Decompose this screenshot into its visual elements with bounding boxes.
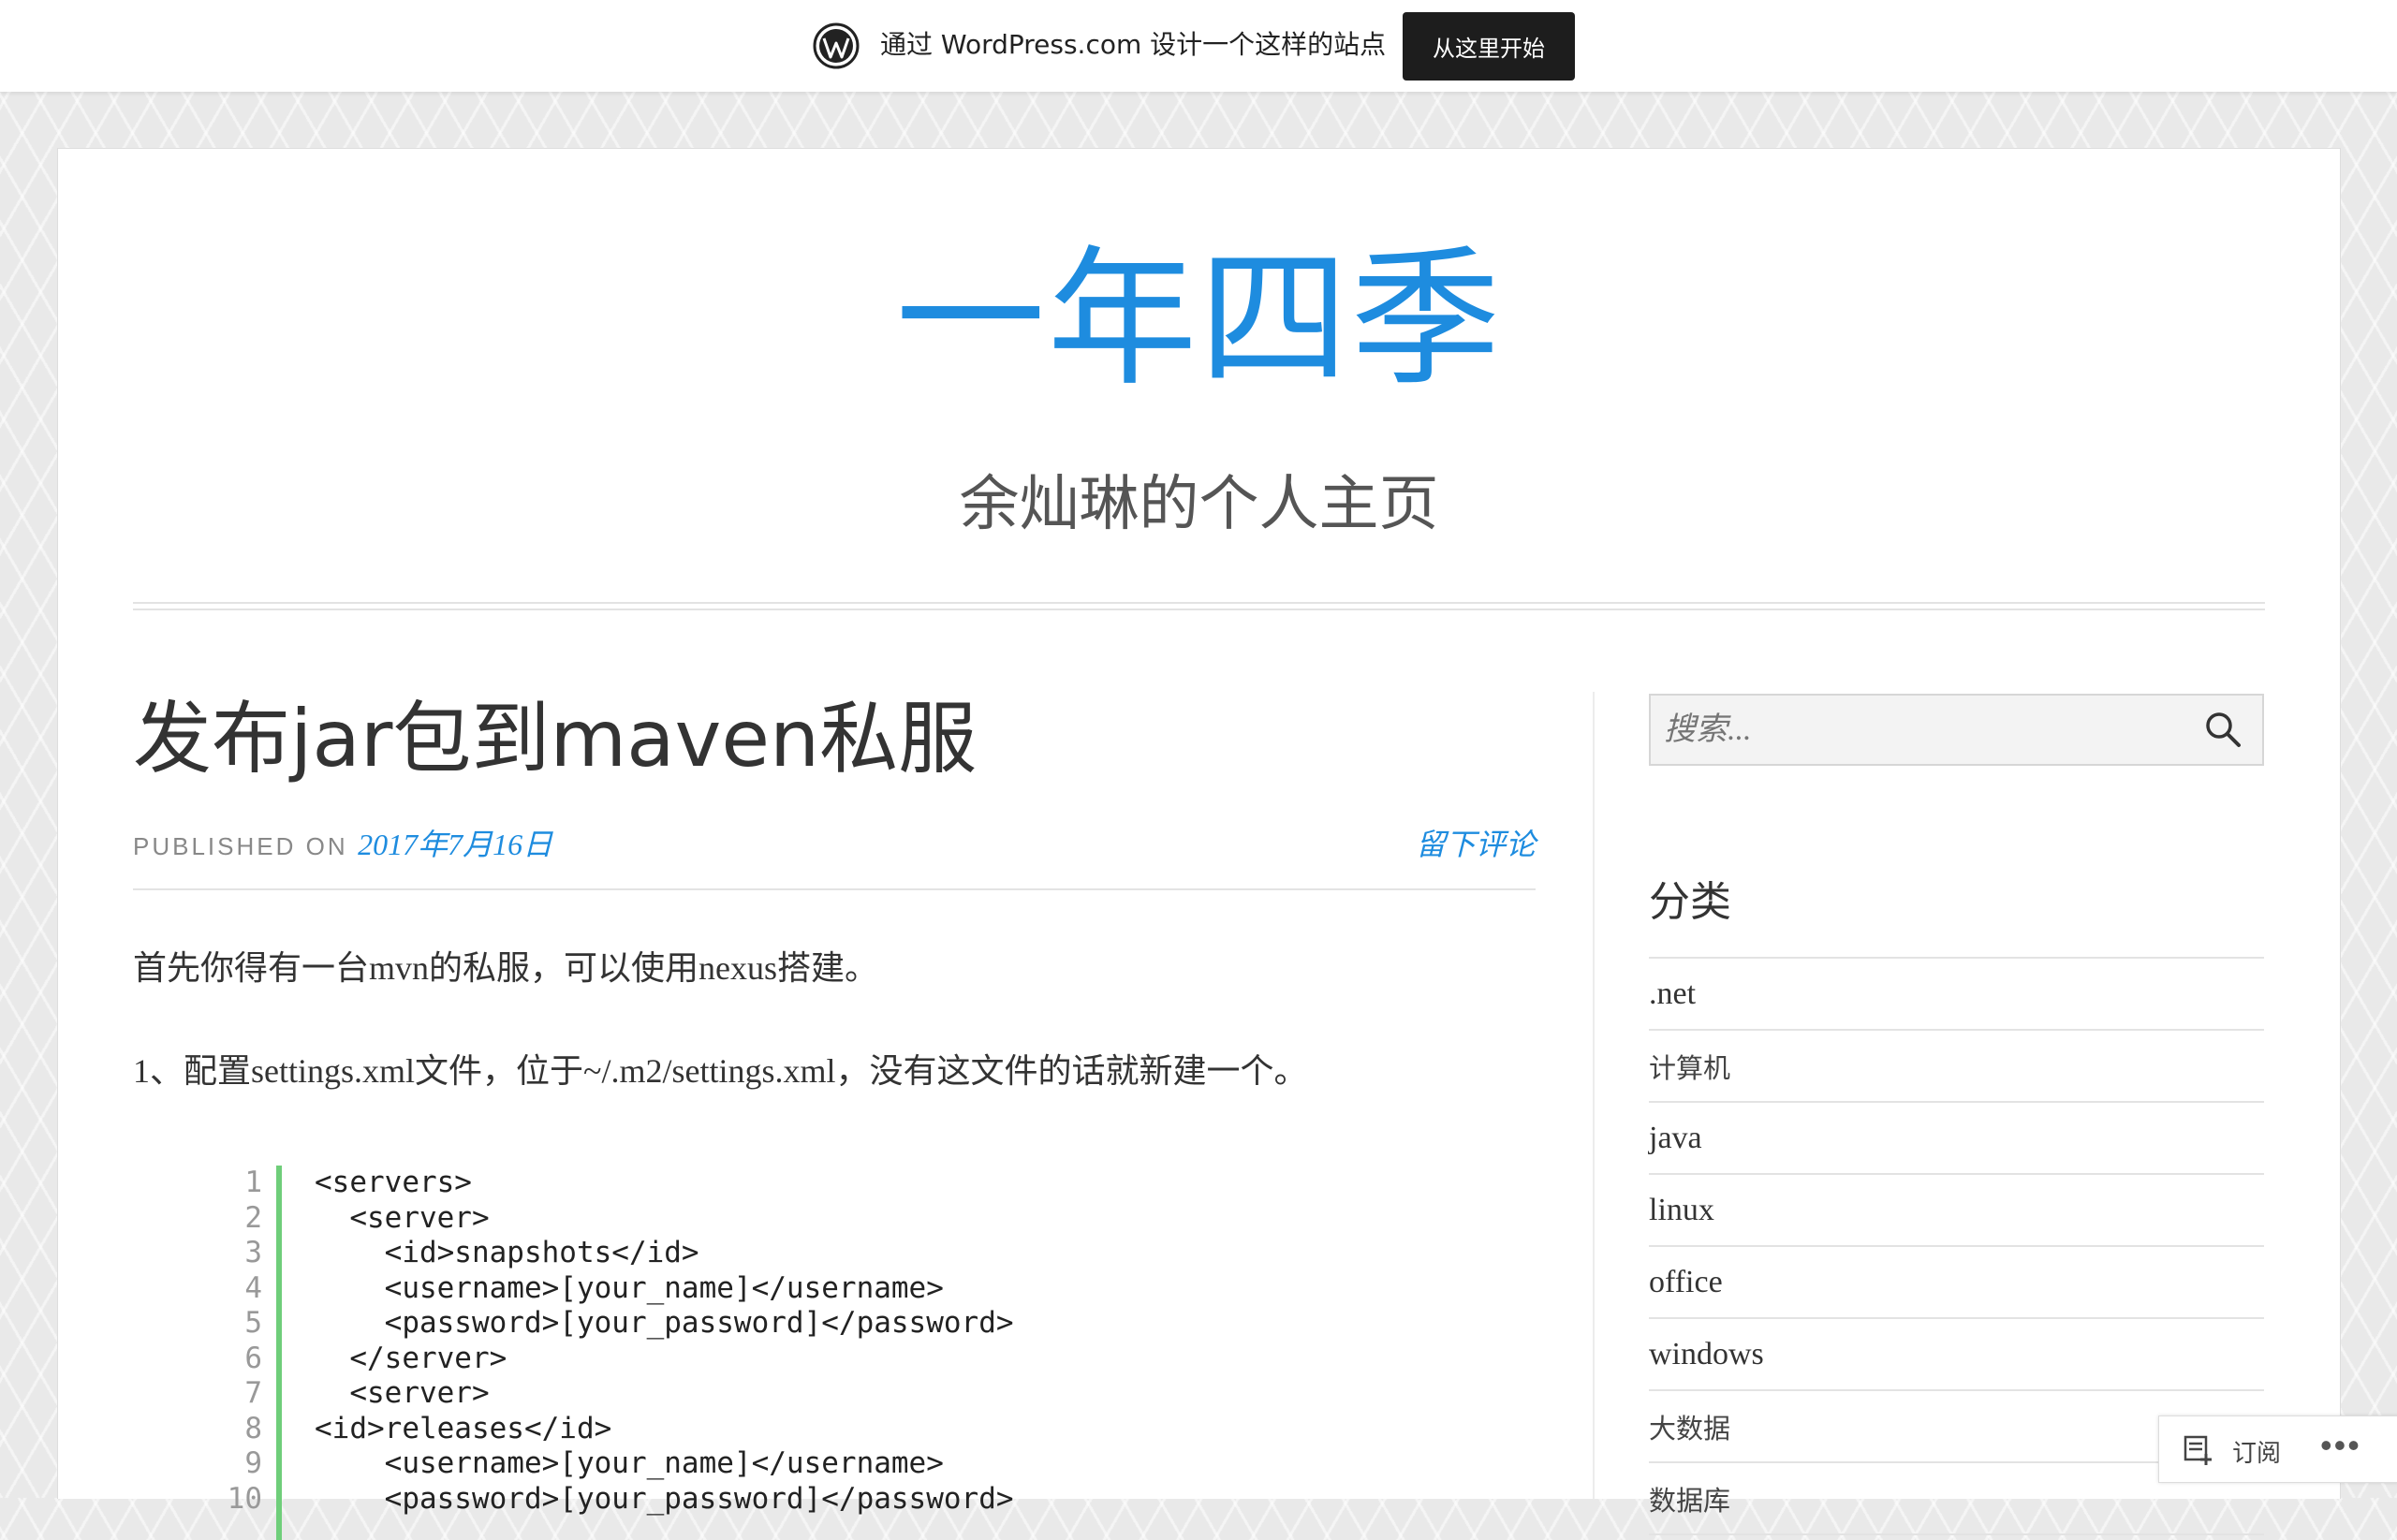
leave-comment-link[interactable]: 留下评论 xyxy=(1416,821,1536,864)
code-block: 1 2 3 4 5 6 7 8 9 10 <servers> <server> … xyxy=(133,1166,1536,1540)
site-description: 余灿琳的个人主页 xyxy=(959,470,1439,539)
search-icon[interactable] xyxy=(2202,709,2243,750)
sidebar-divider xyxy=(1593,692,1595,1499)
code-line: </server> xyxy=(315,1341,507,1375)
subscribe-button[interactable]: 订阅 xyxy=(2232,1434,2281,1469)
line-number: 9 xyxy=(244,1446,262,1480)
post-paragraph: 首先你得有一台mvn的私服，可以使用nexus搭建。 xyxy=(133,949,878,987)
wordpress-bar: 通过 WordPress.com 设计一个这样的站点 从这里开始 xyxy=(0,0,2397,92)
code-line: <id>snapshots</id> xyxy=(315,1236,699,1269)
line-number: 3 xyxy=(244,1236,262,1269)
page-container: 一年四季 余灿琳的个人主页 发布jar包到maven私服 PUBLISHED O… xyxy=(57,148,2341,1540)
more-options-button[interactable]: ••• xyxy=(2320,1426,2361,1465)
code-line-numbers: 1 2 3 4 5 6 7 8 9 10 xyxy=(133,1166,262,1517)
search-form xyxy=(1649,694,2264,766)
post-date-link[interactable]: 2017年7月16日 xyxy=(358,828,552,861)
follow-widget: 订阅 ••• xyxy=(2158,1415,2397,1483)
wordpress-logo-icon[interactable] xyxy=(813,22,860,69)
code-line: <password>[your_password]</password> xyxy=(315,1481,1014,1516)
category-item[interactable]: windows xyxy=(1649,1319,2264,1391)
line-number: 2 xyxy=(244,1200,262,1235)
category-item[interactable]: 计算机 xyxy=(1649,1031,2264,1103)
category-item[interactable]: java xyxy=(1649,1103,2264,1175)
line-number: 6 xyxy=(244,1341,262,1375)
line-number: 1 xyxy=(244,1166,262,1199)
category-item[interactable]: office xyxy=(1649,1247,2264,1319)
code-line: <password>[your_password]</password> xyxy=(315,1306,1014,1340)
code-line: <username>[your_name]</username> xyxy=(315,1446,944,1480)
line-number: 4 xyxy=(244,1270,262,1305)
post-article: 发布jar包到maven私服 PUBLISHED ON 2017年7月16日 留… xyxy=(133,682,1536,1540)
post-paragraph: 1、配置settings.xml文件，位于~/.m2/settings.xml，… xyxy=(133,1052,1308,1090)
line-number: 10 xyxy=(227,1481,262,1516)
code-line: <servers> xyxy=(315,1166,472,1199)
line-number: 8 xyxy=(244,1411,262,1445)
published-label: PUBLISHED ON xyxy=(133,832,348,860)
search-input[interactable] xyxy=(1651,696,2201,764)
code-line: <id>releases</id> xyxy=(315,1411,612,1445)
code-gutter-bar xyxy=(276,1166,282,1540)
get-started-button[interactable]: 从这里开始 xyxy=(1403,12,1575,81)
subscribe-icon[interactable] xyxy=(2184,1435,2215,1465)
category-item[interactable]: linux xyxy=(1649,1175,2264,1247)
code-line: <username>[your_name]</username> xyxy=(315,1270,944,1305)
site-title[interactable]: 一年四季 xyxy=(58,235,2340,403)
post-title[interactable]: 发布jar包到maven私服 xyxy=(133,682,1536,795)
line-number: 5 xyxy=(244,1306,262,1340)
code-lines: <servers> <server> <id>snapshots</id> <u… xyxy=(315,1166,1014,1517)
categories-title: 分类 xyxy=(1649,878,1731,926)
line-number: 7 xyxy=(244,1376,262,1410)
category-item[interactable]: .net xyxy=(1649,959,2264,1031)
code-line: <server> xyxy=(315,1376,490,1410)
header-divider xyxy=(133,602,2265,610)
wordpress-promo-text: 通过 WordPress.com 设计一个这样的站点 xyxy=(880,29,1387,60)
code-line: <server> xyxy=(315,1200,490,1235)
post-meta: PUBLISHED ON 2017年7月16日 留下评论 xyxy=(133,821,1536,890)
sidebar: 分类 .net 计算机 java linux office windows 大数… xyxy=(1649,694,2264,1535)
